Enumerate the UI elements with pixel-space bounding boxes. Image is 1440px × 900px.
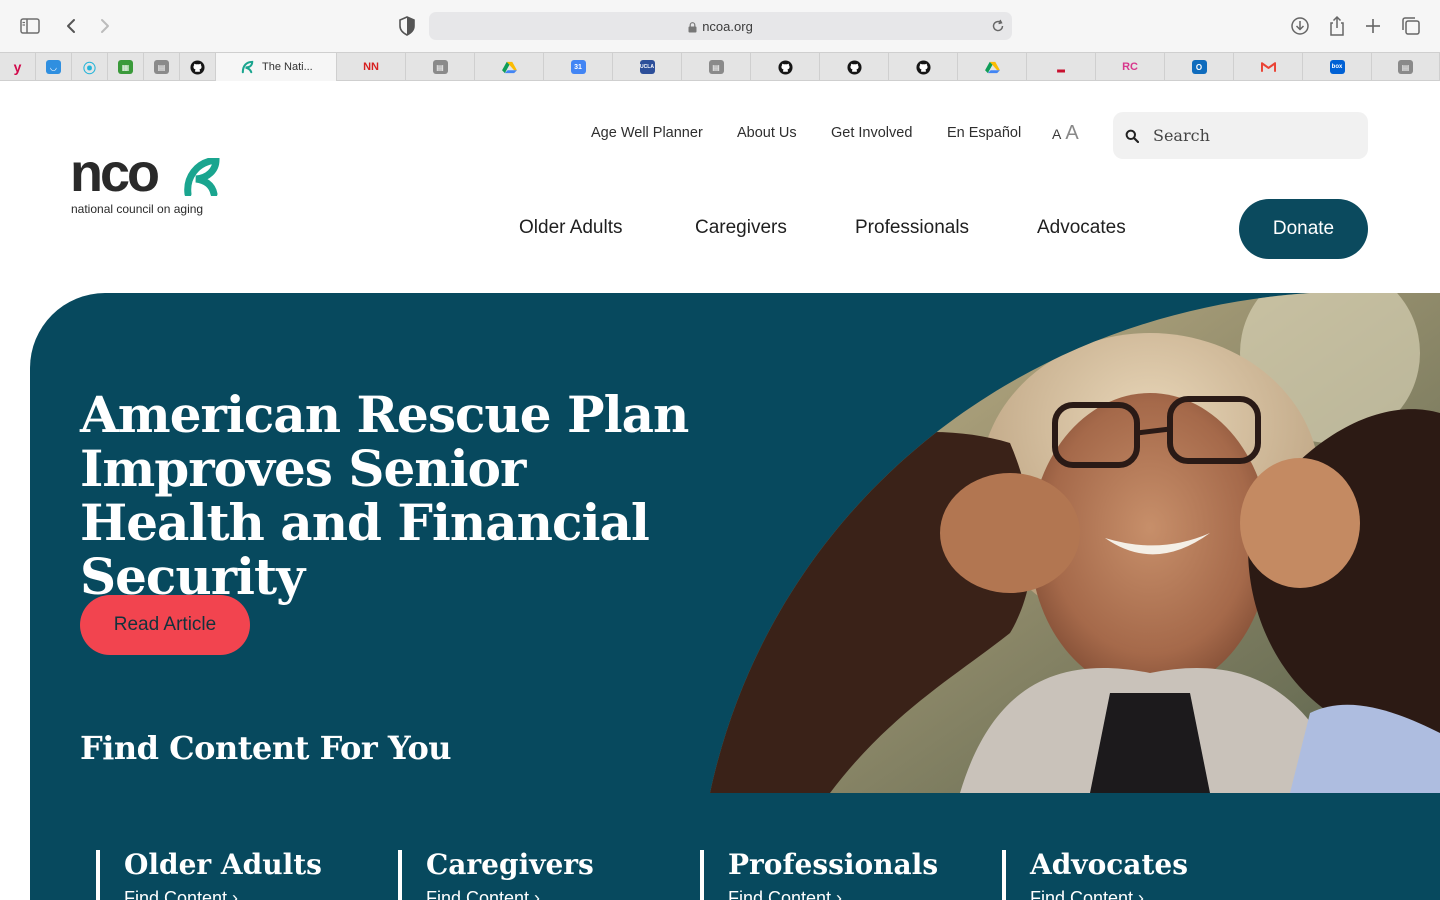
nav-professionals[interactable]: Professionals (855, 217, 969, 239)
search-icon[interactable] (1125, 129, 1139, 143)
nav-age-well-planner[interactable]: Age Well Planner (591, 125, 703, 141)
tab-google-drive-2[interactable] (958, 53, 1027, 81)
rc-favicon-icon: RC (1122, 61, 1138, 73)
hero-banner: American Rescue Plan Improves Senior Hea… (30, 293, 1440, 900)
tab-gmail[interactable] (1234, 53, 1303, 81)
tab-ucla-logo[interactable]: ▤ (144, 53, 180, 81)
url-text: ncoa.org (702, 18, 753, 34)
nav-older-adults[interactable]: Older Adults (519, 217, 623, 239)
gmail-favicon-icon (1260, 62, 1276, 72)
donate-button[interactable]: Donate (1239, 199, 1368, 259)
tab-google-drive[interactable] (475, 53, 544, 81)
ucla-badge-favicon-icon: ▤ (154, 60, 169, 74)
tab-ucla-3[interactable]: ▤ (682, 53, 751, 81)
tab-outlook[interactable]: O (1165, 53, 1234, 81)
category-title: Advocates (1030, 848, 1188, 881)
find-content-link[interactable]: Find Content › (426, 888, 594, 900)
font-size-large-button[interactable]: A (1065, 122, 1078, 145)
tab-github-3[interactable] (820, 53, 889, 81)
tab-maps-pin[interactable]: ⦿ (72, 53, 108, 81)
nav-about-us[interactable]: About Us (737, 125, 797, 141)
browser-toolbar: ncoa.org (0, 0, 1440, 52)
tab-github-4[interactable] (889, 53, 958, 81)
find-content-link[interactable]: Find Content › (728, 888, 938, 900)
read-article-button[interactable]: Read Article (80, 595, 250, 655)
active-tab-title: The Nati... (262, 61, 313, 73)
share-icon[interactable] (1324, 13, 1350, 39)
sidebar-icon[interactable] (17, 13, 43, 39)
calendar-green-favicon-icon: ▦ (118, 60, 133, 74)
box-favicon-icon: box (1329, 60, 1345, 74)
tab-bar: y ◡ ⦿ ▦ ▤ The Nati... NN ▤ 31 UCLA ▤ ▂ R… (0, 52, 1440, 81)
nn-favicon-icon: NN (363, 61, 379, 73)
find-content-link[interactable]: Find Content › (124, 888, 322, 900)
logo-leaf-icon (184, 158, 220, 196)
search-input[interactable] (1153, 122, 1353, 149)
github-favicon-icon (846, 59, 862, 75)
tab-ncoa-active[interactable]: The Nati... (216, 53, 337, 81)
github-favicon-icon (915, 59, 931, 75)
tab-github[interactable] (180, 53, 216, 81)
tab-box[interactable]: box (1303, 53, 1372, 81)
tab-ucla-2[interactable]: ▤ (406, 53, 475, 81)
tab-google-calendar[interactable]: 31 (544, 53, 613, 81)
ucla-favicon-icon: UCLA (639, 60, 655, 74)
download-icon[interactable] (1287, 13, 1313, 39)
address-bar[interactable]: ncoa.org (429, 12, 1012, 40)
find-content-title: Find Content For You (80, 729, 452, 767)
tab-github-2[interactable] (751, 53, 820, 81)
category-title: Older Adults (124, 848, 322, 881)
github-favicon-icon (777, 59, 793, 75)
find-content-link[interactable]: Find Content › (1030, 888, 1188, 900)
back-arrow-icon[interactable] (58, 13, 84, 39)
github-favicon-icon (190, 59, 205, 75)
google-drive-favicon-icon (984, 61, 1000, 73)
category-title: Caregivers (426, 848, 594, 881)
nav-get-involved[interactable]: Get Involved (831, 125, 912, 141)
hero-title: American Rescue Plan Improves Senior Hea… (80, 385, 689, 606)
ncoa-logo[interactable]: nco national council on aging (70, 143, 220, 218)
ucla-badge-favicon-icon: ▤ (432, 60, 448, 74)
lock-icon (688, 21, 697, 32)
privacy-shield-icon[interactable] (396, 14, 418, 38)
ncoa-favicon-icon (241, 60, 254, 73)
tab-ucla-4[interactable]: ▤ (1372, 53, 1440, 81)
bank-favicon-icon: ▂ (1057, 61, 1065, 73)
tab-calendar-green[interactable]: ▦ (108, 53, 144, 81)
tab-overview-icon[interactable] (1398, 13, 1424, 39)
ucla-badge-favicon-icon: ▤ (708, 60, 724, 74)
reload-icon[interactable] (990, 18, 1006, 34)
category-older-adults[interactable]: Older Adults Find Content › (96, 850, 322, 900)
category-professionals[interactable]: Professionals Find Content › (700, 850, 938, 900)
nav-advocates[interactable]: Advocates (1037, 217, 1126, 239)
app-blue-favicon-icon: ◡ (46, 60, 61, 74)
ucla-badge-favicon-icon: ▤ (1398, 60, 1413, 74)
tab-ucla-blue[interactable]: UCLA (613, 53, 682, 81)
logo-tagline: national council on aging (71, 202, 204, 216)
category-caregivers[interactable]: Caregivers Find Content › (398, 850, 594, 900)
new-tab-plus-icon[interactable] (1360, 13, 1386, 39)
google-drive-favicon-icon (501, 61, 517, 73)
google-calendar-favicon-icon: 31 (570, 60, 586, 74)
tab-bank[interactable]: ▂ (1027, 53, 1096, 81)
tab-yahoo[interactable]: y (0, 53, 36, 81)
nav-en-espanol[interactable]: En Español (947, 125, 1021, 141)
logo-wordmark: nco (70, 143, 160, 203)
category-title: Professionals (728, 848, 939, 881)
forward-arrow-icon[interactable] (92, 13, 118, 39)
map-pin-favicon-icon: ⦿ (82, 60, 96, 76)
yahoo-favicon-icon: y (13, 59, 22, 75)
font-size-control: A A (1052, 122, 1079, 145)
tab-app-blue[interactable]: ◡ (36, 53, 72, 81)
category-advocates[interactable]: Advocates Find Content › (1002, 850, 1188, 900)
font-size-small-button[interactable]: A (1052, 126, 1061, 142)
nav-caregivers[interactable]: Caregivers (695, 217, 787, 239)
hero-photo (710, 293, 1440, 793)
outlook-favicon-icon: O (1191, 60, 1207, 74)
search-box (1113, 112, 1368, 159)
tab-rc[interactable]: RC (1096, 53, 1165, 81)
tab-nn[interactable]: NN (337, 53, 406, 81)
